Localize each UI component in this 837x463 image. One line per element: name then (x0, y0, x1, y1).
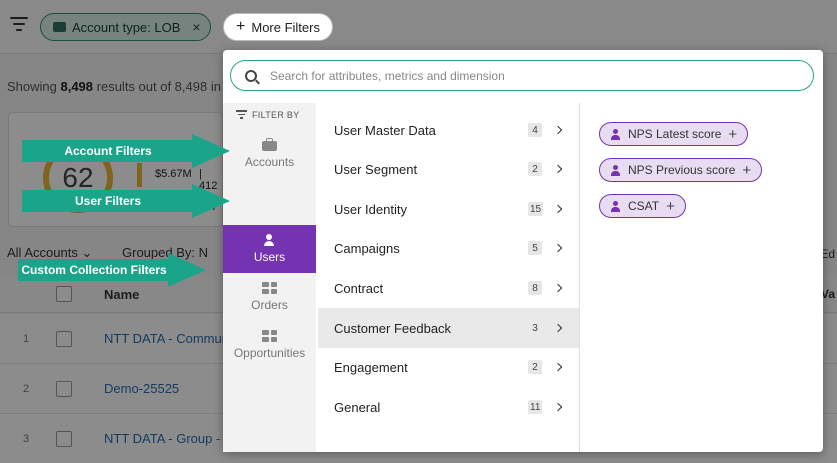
user-icon (610, 164, 621, 176)
account-filters-callout: Account Filters (22, 134, 232, 168)
plus-icon[interactable]: + (666, 199, 675, 214)
attribute-nps-previous-score[interactable]: NPS Previous score + (599, 158, 763, 182)
filter-by-heading: FILTER BY (236, 110, 300, 121)
chevron-right-icon (553, 402, 563, 412)
search-input[interactable] (270, 68, 790, 83)
category-user-identity[interactable]: User Identity 15 (318, 189, 579, 229)
chevron-right-icon (553, 204, 563, 214)
filter-icon (236, 110, 247, 121)
more-filters-panel: FILTER BY Accounts Users Orders Opportun… (223, 50, 823, 452)
category-user-master-data[interactable]: User Master Data 4 (318, 110, 579, 150)
user-icon (610, 200, 621, 212)
user-icon (610, 128, 621, 140)
count-badge: 11 (528, 400, 543, 414)
more-filters-label: More Filters (251, 19, 320, 35)
custom-collection-filters-callout: Custom Collection Filters (18, 253, 208, 287)
chevron-right-icon (553, 125, 563, 135)
count-badge: 2 (528, 162, 542, 176)
count-badge: 15 (528, 202, 544, 216)
category-user-segment[interactable]: User Segment 2 (318, 149, 579, 189)
more-filters-button[interactable]: + More Filters (223, 13, 333, 41)
chevron-right-icon (553, 243, 563, 253)
user-filters-callout: User Filters (22, 184, 232, 218)
category-campaigns[interactable]: Campaigns 5 (318, 228, 579, 268)
count-badge: 3 (532, 322, 538, 334)
nav-orders[interactable]: Orders (223, 273, 316, 321)
count-badge: 4 (528, 123, 542, 137)
grid-icon (262, 282, 277, 294)
category-contract[interactable]: Contract 8 (318, 268, 579, 308)
category-engagement[interactable]: Engagement 2 (318, 347, 579, 387)
chevron-right-icon (553, 323, 563, 333)
count-badge: 5 (528, 241, 542, 255)
chevron-right-icon (553, 362, 563, 372)
briefcase-icon (262, 137, 277, 151)
count-badge: 8 (528, 281, 542, 295)
nav-accounts[interactable]: Accounts (223, 129, 316, 177)
category-customer-feedback[interactable]: Customer Feedback 3 (318, 308, 579, 348)
attribute-search[interactable] (230, 60, 814, 91)
search-icon (245, 69, 257, 82)
plus-icon[interactable]: + (742, 163, 751, 178)
plus-icon[interactable]: + (728, 127, 737, 142)
attribute-nps-latest-score[interactable]: NPS Latest score + (599, 122, 749, 146)
category-general[interactable]: General 11 (318, 387, 579, 427)
chevron-right-icon (553, 164, 563, 174)
count-badge: 2 (528, 360, 542, 374)
filter-by-nav: FILTER BY Accounts Users Orders Opportun… (223, 103, 316, 452)
category-list: User Master Data 4 User Segment 2 User Ide… (318, 103, 579, 452)
chevron-right-icon (553, 283, 563, 293)
plus-icon: + (236, 18, 246, 35)
grid-icon (262, 330, 277, 342)
panel-divider (579, 103, 580, 452)
nav-users[interactable]: Users (223, 225, 316, 273)
nav-opportunities[interactable]: Opportunities (223, 321, 316, 369)
user-icon (262, 234, 277, 246)
attribute-csat[interactable]: CSAT + (599, 194, 686, 218)
